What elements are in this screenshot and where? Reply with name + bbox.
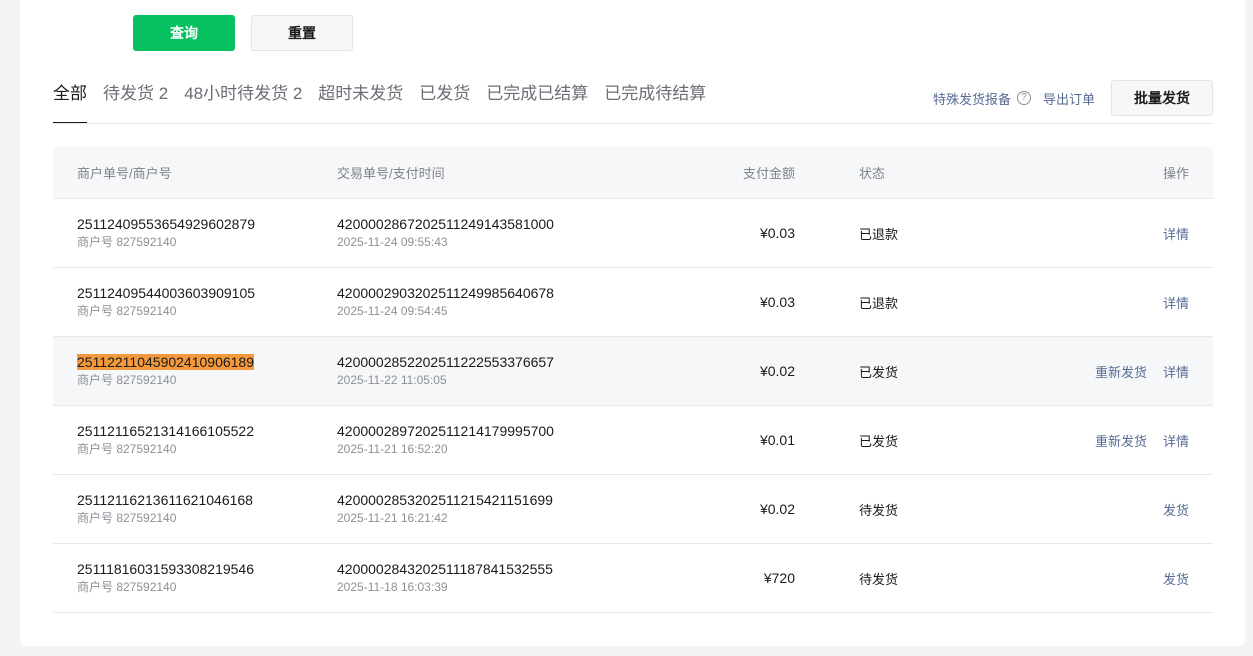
header-ops: 操作 <box>995 163 1213 182</box>
table-row-1: 25112409553654929602879 商户号 827592140 42… <box>53 199 1213 268</box>
cell-ops: 发货 <box>995 500 1213 519</box>
cell-ops: 重新发货 详情 <box>995 362 1213 381</box>
cell-transaction: 4200002903202511249985640678 2025-11-24 … <box>313 284 633 320</box>
row-action-link[interactable]: 详情 <box>1163 224 1189 243</box>
header-merchant: 商户单号/商户号 <box>77 166 172 181</box>
order-number: 25112409544003603909105 <box>77 285 256 301</box>
table-row-4: 25112116521314166105522 商户号 827592140 42… <box>53 406 1213 475</box>
orders-table: 商户单号/商户号 交易单号/支付时间 支付金额 状态 操作 2511240955… <box>53 147 1213 613</box>
toolbar-actions: 特殊发货报备 ? 导出订单 批量发货 <box>933 80 1213 116</box>
pay-time: 2025-11-21 16:52:20 <box>337 442 448 456</box>
table-body: 25112409553654929602879 商户号 827592140 42… <box>53 199 1213 613</box>
transaction-number: 4200002843202511187841532555 <box>337 561 553 577</box>
cell-transaction: 4200002853202511215421151699 2025-11-21 … <box>313 491 633 527</box>
export-orders-link[interactable]: 导出订单 <box>1043 89 1095 108</box>
order-number: 25112409553654929602879 <box>77 216 256 232</box>
order-status: 已退款 <box>859 226 899 242</box>
table-header: 商户单号/商户号 交易单号/支付时间 支付金额 状态 操作 <box>53 147 1213 199</box>
header-ops-label: 操作 <box>1162 166 1189 181</box>
reset-button[interactable]: 重置 <box>251 15 353 51</box>
pay-time: 2025-11-24 09:55:43 <box>337 235 448 249</box>
pay-time: 2025-11-21 16:21:42 <box>337 511 448 525</box>
table-row-6: 25111816031593308219546 商户号 827592140 42… <box>53 544 1213 613</box>
cell-transaction: 4200002897202511214179995700 2025-11-21 … <box>313 422 633 458</box>
tab-all[interactable]: 全部 <box>53 82 87 124</box>
order-number: 25112116213611621046168 <box>77 492 253 508</box>
pay-amount: ¥720 <box>763 570 795 586</box>
tab-shipped[interactable]: 已发货 <box>419 82 470 124</box>
merchant-id: 商户号 827592140 <box>77 373 177 387</box>
row-action-link[interactable]: 发货 <box>1163 569 1189 588</box>
cell-transaction: 4200002867202511249143581000 2025-11-24 … <box>313 215 633 251</box>
pay-time: 2025-11-18 16:03:39 <box>337 580 448 594</box>
cell-merchant: 25112116213611621046168 商户号 827592140 <box>53 491 313 527</box>
tabs-divider <box>53 123 1213 124</box>
order-number: 25111816031593308219546 <box>77 561 255 577</box>
orders-card: 查询 重置 全部 待发货 2 48小时待发货 2 超时未发货 已发货 已完成已结… <box>20 0 1245 646</box>
special-report-link[interactable]: 特殊发货报备 ? <box>933 89 1031 108</box>
pay-amount: ¥0.01 <box>759 432 795 448</box>
reship-link[interactable]: 重新发货 <box>1095 362 1147 381</box>
header-transaction: 交易单号/支付时间 <box>337 166 445 181</box>
tab-overdue[interactable]: 超时未发货 <box>318 82 403 124</box>
pay-amount: ¥0.02 <box>759 501 795 517</box>
pay-amount: ¥0.02 <box>759 363 795 379</box>
table-row-2: 25112409544003603909105 商户号 827592140 42… <box>53 268 1213 337</box>
cell-merchant: 25112116521314166105522 商户号 827592140 <box>53 422 313 458</box>
cell-ops: 详情 <box>995 293 1213 312</box>
pay-amount: ¥0.03 <box>759 294 795 310</box>
tab-completed-settled[interactable]: 已完成已结算 <box>486 82 588 124</box>
cell-transaction: 4200002852202511222553376657 2025-11-22 … <box>313 353 633 389</box>
table-row-3: 25112211045902410906189 商户号 827592140 42… <box>53 337 1213 406</box>
merchant-id: 商户号 827592140 <box>77 442 177 456</box>
merchant-id: 商户号 827592140 <box>77 235 177 249</box>
row-action-link[interactable]: 详情 <box>1163 431 1189 450</box>
table-row-5: 25112116213611621046168 商户号 827592140 42… <box>53 475 1213 544</box>
header-amount: 支付金额 <box>742 166 795 181</box>
order-status: 已发货 <box>859 433 899 449</box>
transaction-number: 4200002897202511214179995700 <box>337 423 554 439</box>
order-status: 已退款 <box>859 295 899 311</box>
transaction-number: 4200002852202511222553376657 <box>337 354 554 370</box>
cell-transaction: 4200002843202511187841532555 2025-11-18 … <box>313 560 633 596</box>
order-number: 25112116521314166105522 <box>77 423 255 439</box>
order-status: 已发货 <box>859 364 899 380</box>
pay-time: 2025-11-24 09:54:45 <box>337 304 448 318</box>
order-status: 待发货 <box>859 571 899 587</box>
merchant-id: 商户号 827592140 <box>77 304 177 318</box>
tab-completed-unsettled[interactable]: 已完成待结算 <box>604 82 706 124</box>
transaction-number: 4200002867202511249143581000 <box>337 216 554 232</box>
row-action-link[interactable]: 详情 <box>1163 293 1189 312</box>
tab-48h-pending[interactable]: 48小时待发货 2 <box>184 82 302 124</box>
pay-time: 2025-11-22 11:05:05 <box>337 373 447 387</box>
cell-ops: 重新发货 详情 <box>995 431 1213 450</box>
row-action-link[interactable]: 发货 <box>1163 500 1189 519</box>
question-circle-icon[interactable]: ? <box>1016 91 1031 105</box>
pay-amount: ¥0.03 <box>759 225 795 241</box>
special-report-label: 特殊发货报备 <box>932 91 1011 107</box>
cell-ops: 发货 <box>995 569 1213 588</box>
transaction-number: 4200002853202511215421151699 <box>337 492 553 508</box>
query-button[interactable]: 查询 <box>133 15 235 51</box>
status-tabs: 全部 待发货 2 48小时待发货 2 超时未发货 已发货 已完成已结算 已完成待… <box>53 82 722 124</box>
cell-merchant: 25111816031593308219546 商户号 827592140 <box>53 560 313 596</box>
cell-ops: 详情 <box>995 224 1213 243</box>
cell-merchant: 25112211045902410906189 商户号 827592140 <box>53 353 313 389</box>
tab-pending-ship[interactable]: 待发货 2 <box>103 82 168 124</box>
order-status: 待发货 <box>859 502 899 518</box>
cell-merchant: 25112409553654929602879 商户号 827592140 <box>53 215 313 251</box>
order-number: 25112211045902410906189 <box>77 354 255 370</box>
header-status: 状态 <box>859 166 886 181</box>
merchant-id: 商户号 827592140 <box>77 580 177 594</box>
cell-merchant: 25112409544003603909105 商户号 827592140 <box>53 284 313 320</box>
reship-link[interactable]: 重新发货 <box>1095 431 1147 450</box>
batch-ship-button[interactable]: 批量发货 <box>1111 80 1213 116</box>
row-action-link[interactable]: 详情 <box>1163 362 1189 381</box>
merchant-id: 商户号 827592140 <box>77 511 177 525</box>
transaction-number: 4200002903202511249985640678 <box>337 285 554 301</box>
